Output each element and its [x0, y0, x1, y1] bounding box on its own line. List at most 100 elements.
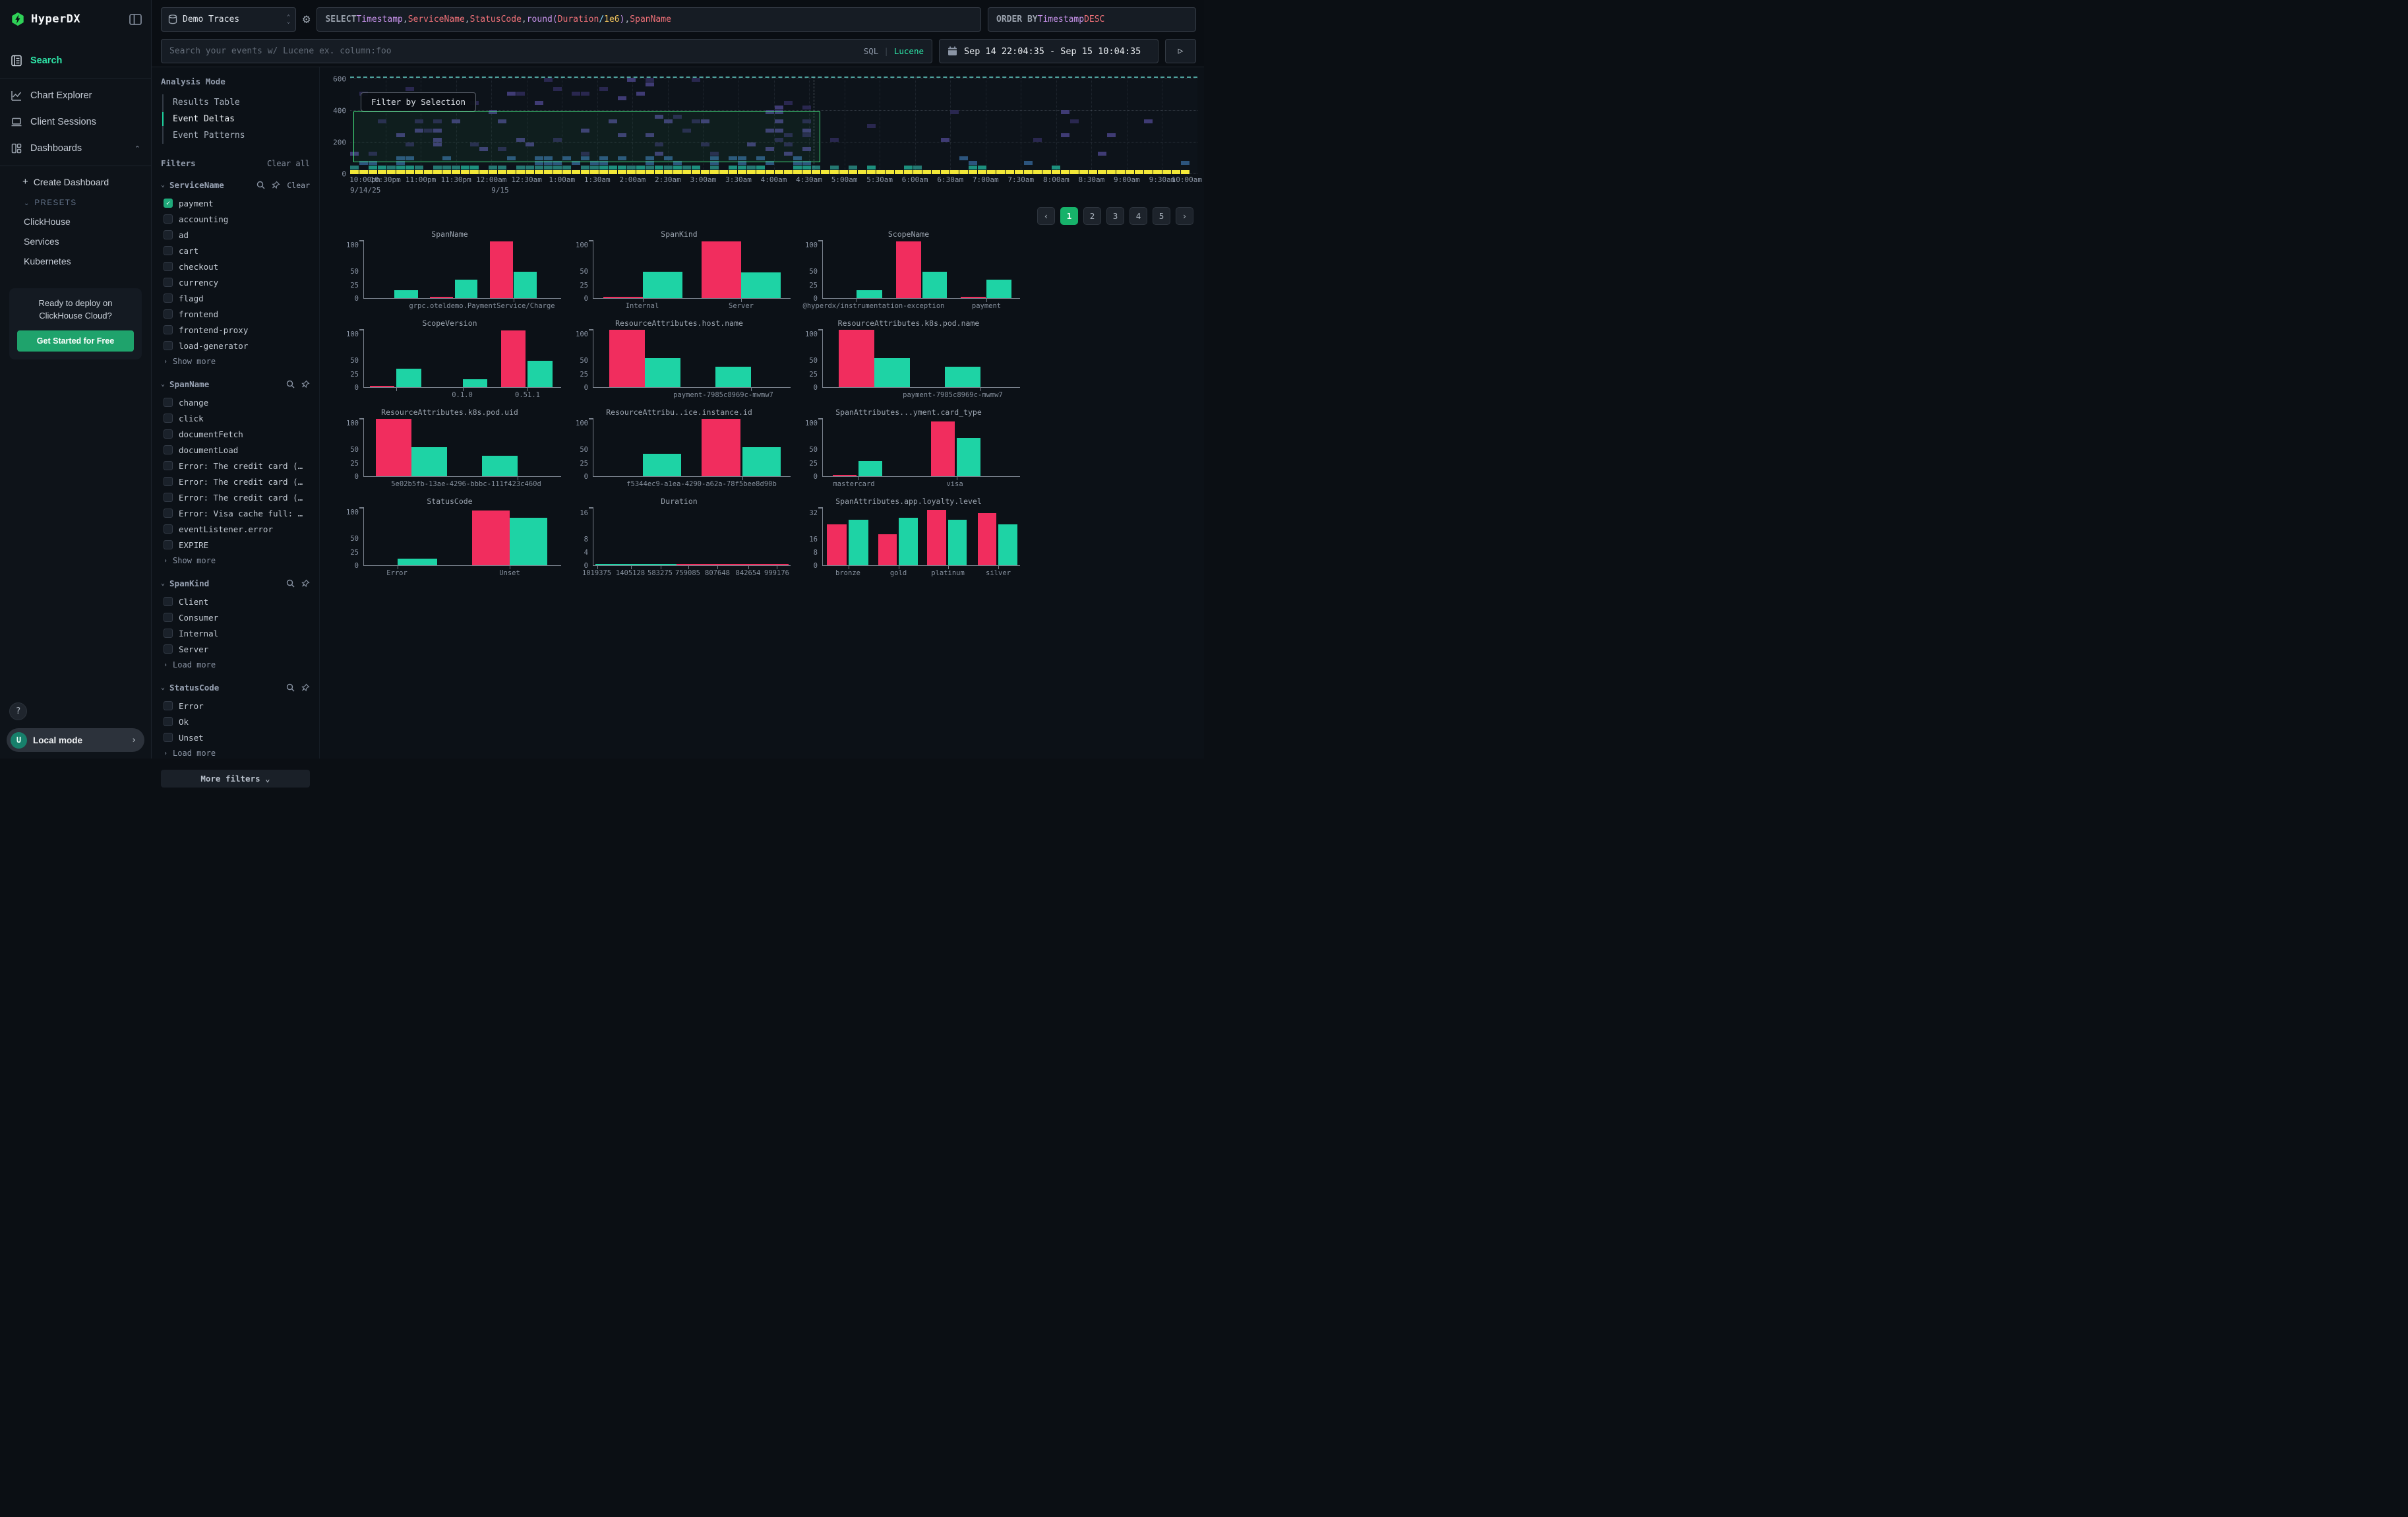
filter-option-documentload[interactable]: documentLoad	[161, 442, 310, 458]
filter-option-unset[interactable]: Unset	[161, 729, 310, 745]
run-query-button[interactable]: ▷	[1165, 39, 1196, 63]
filter-group-name[interactable]: StatusCode	[169, 683, 219, 693]
filter-option-ok[interactable]: Ok	[161, 714, 310, 729]
show-more-link[interactable]: ›Show more	[161, 553, 310, 567]
pagination-page-1[interactable]: 1	[1060, 207, 1078, 225]
filter-group-name[interactable]: SpanKind	[169, 578, 209, 588]
search-icon[interactable]	[286, 380, 295, 388]
checkbox-checked[interactable]: ✓	[164, 199, 173, 208]
analysis-mode-event-patterns[interactable]: Event Patterns	[164, 127, 310, 144]
filter-by-selection-button[interactable]: Filter by Selection	[361, 92, 476, 111]
filter-option-checkout[interactable]: checkout	[161, 259, 310, 274]
date-range-picker[interactable]: Sep 14 22:04:35 - Sep 15 10:04:35	[939, 39, 1159, 63]
show-more-link[interactable]: ›Show more	[161, 354, 310, 367]
checkbox-unchecked[interactable]	[164, 629, 173, 638]
clear-all-button[interactable]: Clear all	[267, 159, 310, 168]
filter-option-click[interactable]: click	[161, 410, 310, 426]
preset-clickhouse[interactable]: ClickHouse	[0, 212, 151, 232]
filter-option-frontend-proxy[interactable]: frontend-proxy	[161, 322, 310, 338]
pagination-page-3[interactable]: 3	[1106, 207, 1124, 225]
checkbox-unchecked[interactable]	[164, 509, 173, 518]
pagination-page-4[interactable]: 4	[1129, 207, 1147, 225]
checkbox-unchecked[interactable]	[164, 701, 173, 710]
checkbox-unchecked[interactable]	[164, 262, 173, 271]
preset-services[interactable]: Services	[0, 232, 151, 251]
gear-icon[interactable]: ⚙	[303, 12, 310, 26]
filter-option-currency[interactable]: currency	[161, 274, 310, 290]
pin-icon[interactable]	[272, 181, 280, 189]
sidebar-item-chart-explorer[interactable]: Chart Explorer	[0, 82, 151, 109]
pagination-page-2[interactable]: 2	[1083, 207, 1101, 225]
checkbox-unchecked[interactable]	[164, 524, 173, 534]
checkbox-unchecked[interactable]	[164, 309, 173, 319]
checkbox-unchecked[interactable]	[164, 414, 173, 423]
filter-option-error-the-credit-card-[interactable]: Error: The credit card (…	[161, 474, 310, 489]
filter-option-internal[interactable]: Internal	[161, 625, 310, 641]
heatmap-plot[interactable]: Filter by Selection	[350, 77, 1197, 174]
show-more-link[interactable]: ›Load more	[161, 657, 310, 671]
pin-icon[interactable]	[301, 380, 310, 388]
analysis-mode-event-deltas[interactable]: Event Deltas	[164, 111, 310, 127]
filter-option-error-visa-cache-full-[interactable]: Error: Visa cache full: …	[161, 505, 310, 521]
filter-option-client[interactable]: Client	[161, 594, 310, 609]
checkbox-unchecked[interactable]	[164, 493, 173, 502]
presets-toggle[interactable]: ⌄PRESETS	[0, 193, 151, 212]
checkbox-unchecked[interactable]	[164, 477, 173, 486]
checkbox-unchecked[interactable]	[164, 294, 173, 303]
checkbox-unchecked[interactable]	[164, 613, 173, 622]
filter-option-error-the-credit-card-[interactable]: Error: The credit card (…	[161, 458, 310, 474]
chevron-down-icon[interactable]: ⌄	[161, 684, 165, 691]
checkbox-unchecked[interactable]	[164, 597, 173, 606]
chevron-down-icon[interactable]: ⌄	[161, 181, 165, 189]
search-input[interactable]: Search your events w/ Lucene ex. column:…	[161, 39, 932, 63]
preset-kubernetes[interactable]: Kubernetes	[0, 251, 151, 271]
sidebar-item-client-sessions[interactable]: Client Sessions	[0, 109, 151, 135]
checkbox-unchecked[interactable]	[164, 445, 173, 454]
checkbox-unchecked[interactable]	[164, 540, 173, 549]
filter-option-consumer[interactable]: Consumer	[161, 609, 310, 625]
search-icon[interactable]	[286, 579, 295, 588]
checkbox-unchecked[interactable]	[164, 429, 173, 439]
mode-sql[interactable]: SQL	[864, 46, 879, 56]
more-filters-button[interactable]: More filters ⌄	[161, 770, 310, 788]
checkbox-unchecked[interactable]	[164, 278, 173, 287]
checkbox-unchecked[interactable]	[164, 733, 173, 742]
filter-option-server[interactable]: Server	[161, 641, 310, 657]
mode-lucene[interactable]: Lucene	[894, 46, 924, 56]
pagination-prev[interactable]: ‹	[1037, 207, 1055, 225]
pagination-page-5[interactable]: 5	[1153, 207, 1170, 225]
checkbox-unchecked[interactable]	[164, 461, 173, 470]
sidebar-item-search[interactable]: Search	[0, 47, 151, 74]
show-more-link[interactable]: ›Load more	[161, 745, 310, 759]
checkbox-unchecked[interactable]	[164, 325, 173, 334]
user-menu[interactable]: U Local mode ›	[7, 728, 144, 752]
chevron-down-icon[interactable]: ⌄	[161, 381, 165, 388]
checkbox-unchecked[interactable]	[164, 214, 173, 224]
filter-option-change[interactable]: change	[161, 394, 310, 410]
pagination-next[interactable]: ›	[1176, 207, 1193, 225]
filter-option-eventlistener-error[interactable]: eventListener.error	[161, 521, 310, 537]
filter-option-error-the-credit-card-[interactable]: Error: The credit card (…	[161, 489, 310, 505]
pin-icon[interactable]	[301, 579, 310, 588]
create-dashboard-button[interactable]: +Create Dashboard	[0, 170, 151, 193]
sidebar-item-dashboards[interactable]: Dashboards⌃	[0, 135, 151, 162]
filter-option-payment[interactable]: ✓payment	[161, 195, 310, 211]
sidebar-collapse-icon[interactable]	[129, 14, 142, 25]
search-icon[interactable]	[286, 683, 295, 692]
filter-option-load-generator[interactable]: load-generator	[161, 338, 310, 354]
help-button[interactable]: ?	[9, 702, 27, 720]
clear-filter-button[interactable]: Clear	[287, 181, 310, 190]
filter-option-flagd[interactable]: flagd	[161, 290, 310, 306]
filter-option-cart[interactable]: cart	[161, 243, 310, 259]
source-select[interactable]: Demo Traces ⌃⌄	[161, 7, 296, 32]
checkbox-unchecked[interactable]	[164, 230, 173, 239]
order-by-input[interactable]: ORDER BY Timestamp DESC	[988, 7, 1196, 32]
filter-group-name[interactable]: SpanName	[169, 379, 209, 389]
filter-option-accounting[interactable]: accounting	[161, 211, 310, 227]
checkbox-unchecked[interactable]	[164, 398, 173, 407]
checkbox-unchecked[interactable]	[164, 341, 173, 350]
pin-icon[interactable]	[301, 683, 310, 692]
sql-select-input[interactable]: SELECT Timestamp, ServiceName, StatusCod…	[316, 7, 981, 32]
selection-box[interactable]	[353, 111, 820, 162]
checkbox-unchecked[interactable]	[164, 644, 173, 654]
